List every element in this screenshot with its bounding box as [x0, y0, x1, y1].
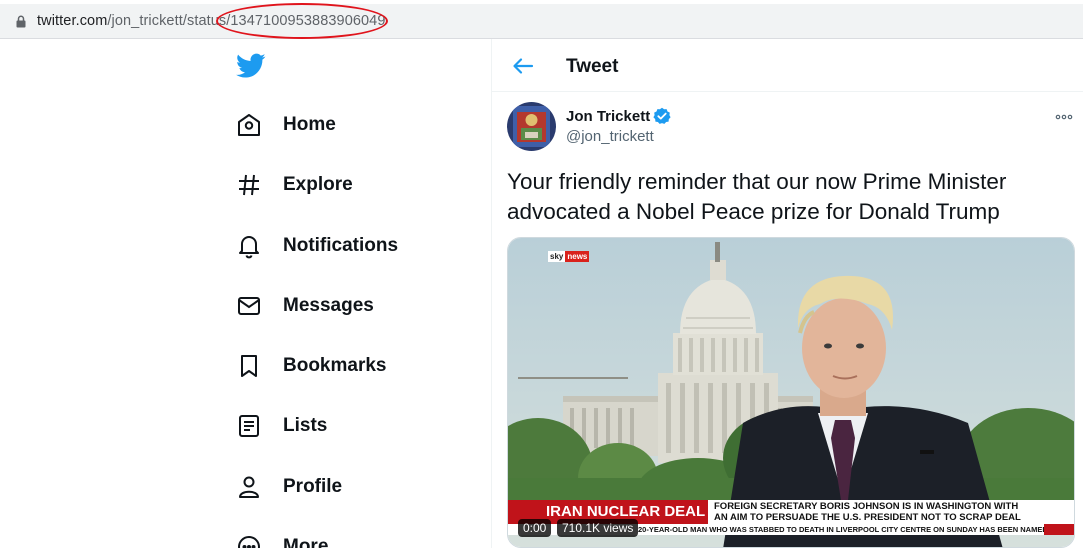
browser-address-bar: twitter.com/jon_trickett/status/13471009… [0, 0, 1083, 39]
sky-news-logo: sky news [548, 251, 590, 262]
tweet-text: Your friendly reminder that our now Prim… [507, 169, 1007, 224]
author-handle[interactable]: @jon_trickett [566, 128, 671, 145]
news-subline-1: FOREIGN SECRETARY BORIS JOHNSON IS IN WA… [714, 501, 1019, 512]
nav-label: Bookmarks [283, 355, 387, 376]
video-views: 710.1K views [557, 519, 639, 537]
nav-label: Home [283, 114, 336, 135]
home-icon [236, 112, 262, 138]
tweet-header: Tweet [492, 39, 1083, 92]
news-subline-2: AN AIM TO PERSUADE THE U.S. PRESIDENT NO… [714, 512, 1021, 523]
nav-item-lists[interactable]: Lists [236, 406, 327, 446]
left-nav: Home Explore Notifications Messages Book… [0, 39, 492, 548]
nav-item-bookmarks[interactable]: Bookmarks [236, 346, 387, 386]
back-arrow-icon[interactable] [512, 55, 534, 77]
main-column: Tweet Jon Trickett @jon_trickett Your fr… [492, 39, 1083, 548]
nav-item-more[interactable]: More [236, 527, 328, 548]
nav-label: Explore [283, 174, 353, 195]
envelope-icon [236, 293, 262, 319]
nav-item-explore[interactable]: Explore [236, 165, 353, 205]
tweet-author[interactable]: Jon Trickett @jon_trickett [566, 107, 671, 145]
nav-label: Messages [283, 295, 374, 316]
avatar[interactable] [507, 102, 556, 151]
person-icon [236, 474, 262, 500]
more-options-icon[interactable] [1055, 109, 1073, 120]
nav-label: Notifications [283, 235, 399, 256]
lock-icon[interactable] [16, 15, 26, 28]
verified-badge-icon [653, 107, 671, 125]
logo-sky-text: sky [548, 251, 566, 262]
page-title: Tweet [566, 56, 619, 77]
hashtag-icon [236, 172, 262, 198]
url-text[interactable]: twitter.com/jon_trickett/status/13471009… [37, 13, 386, 29]
url-host: twitter.com [37, 13, 108, 29]
nav-item-home[interactable]: Home [236, 105, 336, 145]
url-row[interactable]: twitter.com/jon_trickett/status/13471009… [0, 4, 1083, 38]
more-circle-icon [236, 534, 262, 548]
list-icon [236, 413, 262, 439]
nav-item-notifications[interactable]: Notifications [236, 226, 398, 266]
author-name[interactable]: Jon Trickett [566, 108, 650, 125]
bell-icon [236, 233, 262, 259]
bookmark-icon [236, 353, 262, 379]
video-time: 0:00 [518, 519, 552, 537]
ticker-red-block [1044, 524, 1074, 535]
nav-item-messages[interactable]: Messages [236, 286, 374, 326]
logo-news-text: news [565, 251, 590, 262]
news-subline: FOREIGN SECRETARY BORIS JOHNSON IS IN WA… [708, 500, 1074, 524]
news-ticker-text: 20-YEAR-OLD MAN WHO WAS STABBED TO DEATH… [638, 525, 1053, 534]
twitter-logo-icon[interactable] [236, 53, 266, 79]
nav-label: More [283, 536, 329, 548]
tweet-video[interactable]: sky news IRAN NUCLEAR DEAL FOREIGN SECRE… [507, 237, 1075, 548]
url-path: /jon_trickett/status/1347100953883906049 [107, 13, 386, 29]
author-name-row: Jon Trickett [566, 107, 671, 125]
nav-label: Profile [283, 476, 343, 497]
nav-label: Lists [283, 415, 328, 436]
nav-item-profile[interactable]: Profile [236, 467, 342, 507]
